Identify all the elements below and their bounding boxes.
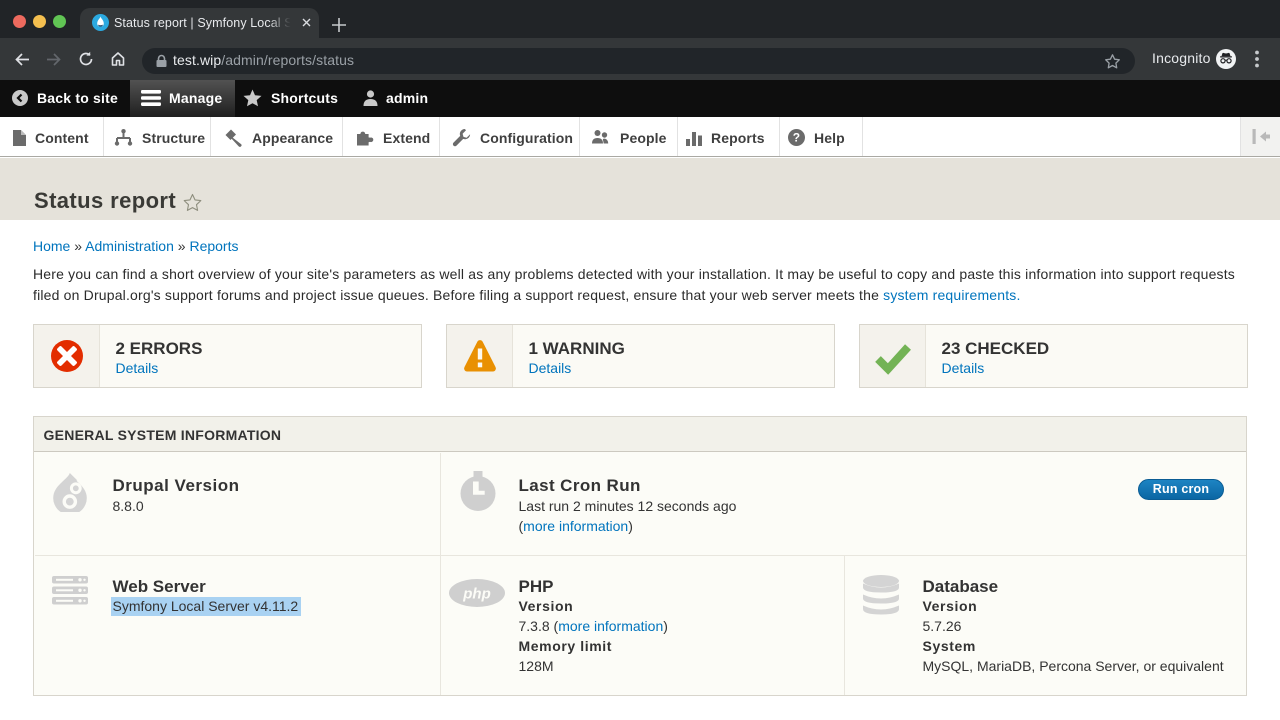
svg-text:?: ? [793,131,800,145]
svg-text:php: php [462,586,491,603]
